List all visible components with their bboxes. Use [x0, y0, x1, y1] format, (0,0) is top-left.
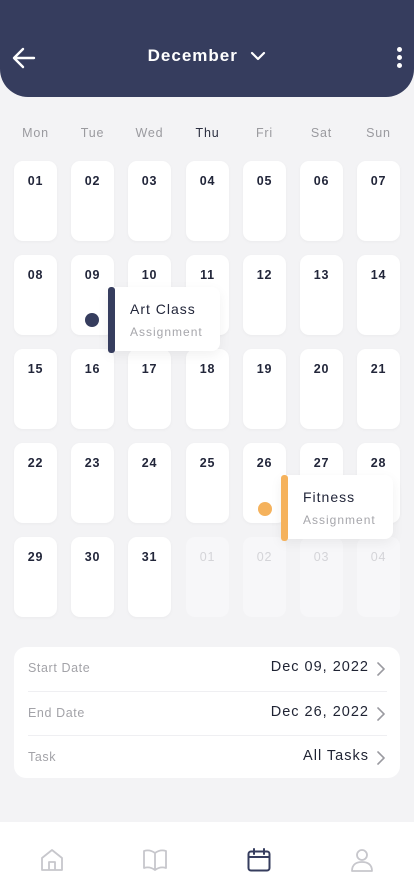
month-label: December [147, 46, 238, 65]
weekday-label: Thu [195, 126, 220, 140]
day-cell[interactable]: 31 [128, 537, 171, 617]
chevron-down-icon [251, 51, 266, 61]
weekday-label: Tue [80, 126, 105, 140]
day-cell[interactable]: 05 [243, 161, 286, 241]
weekday-label: Wed [135, 126, 164, 140]
day-cell[interactable]: 18 [186, 349, 229, 429]
event-subtitle: Assignment [130, 325, 203, 339]
chevron-right-icon [377, 751, 385, 765]
weekday-label: Sat [310, 126, 333, 140]
bottom-tab-bar [0, 822, 414, 896]
day-cell[interactable]: 13 [300, 255, 343, 335]
day-cell[interactable]: 15 [14, 349, 57, 429]
start-date-row[interactable]: Start Date Dec 09, 2022 [28, 647, 387, 691]
start-date-label: Start Date [28, 661, 91, 675]
weekday-label: Sun [366, 126, 391, 140]
day-cell[interactable]: 07 [357, 161, 400, 241]
day-cell[interactable]: 24 [128, 443, 171, 523]
weekday-label: Mon [22, 126, 49, 140]
chevron-right-icon [377, 707, 385, 721]
event-dot [258, 502, 272, 516]
day-cell[interactable]: 22 [14, 443, 57, 523]
day-cell[interactable]: 23 [71, 443, 114, 523]
day-cell[interactable]: 01 [14, 161, 57, 241]
task-value: All Tasks [303, 748, 369, 764]
day-cell[interactable]: 19 [243, 349, 286, 429]
month-selector[interactable]: December [0, 46, 414, 66]
day-cell[interactable]: 20 [300, 349, 343, 429]
day-cell[interactable]: 08 [14, 255, 57, 335]
app-header: December [0, 0, 414, 97]
day-cell-next-month[interactable]: 02 [243, 537, 286, 617]
event-title: Art Class [130, 301, 196, 317]
day-cell[interactable]: 06 [300, 161, 343, 241]
start-date-value: Dec 09, 2022 [270, 659, 369, 675]
day-cell[interactable]: 03 [128, 161, 171, 241]
day-cell[interactable]: 14 [357, 255, 400, 335]
event-dot [85, 313, 99, 327]
home-icon[interactable] [38, 846, 66, 874]
day-cell-next-month[interactable]: 01 [186, 537, 229, 617]
day-cell[interactable]: 02 [71, 161, 114, 241]
task-row[interactable]: Task All Tasks [28, 735, 387, 779]
event-subtitle: Assignment [303, 513, 376, 527]
day-cell[interactable]: 04 [186, 161, 229, 241]
end-date-label: End Date [28, 706, 85, 720]
event-title: Fitness [303, 489, 356, 505]
weekday-label: Fri [256, 126, 273, 140]
day-cell[interactable]: 17 [128, 349, 171, 429]
schedule-details-card: Start Date Dec 09, 2022 End Date Dec 26,… [14, 647, 400, 778]
book-icon[interactable] [141, 846, 169, 874]
day-cell[interactable]: 25 [186, 443, 229, 523]
end-date-row[interactable]: End Date Dec 26, 2022 [28, 691, 387, 735]
task-label: Task [28, 750, 57, 764]
day-cell[interactable]: 12 [243, 255, 286, 335]
user-icon[interactable] [348, 846, 376, 874]
day-cell[interactable]: 16 [71, 349, 114, 429]
event-color-bar [281, 475, 288, 541]
event-color-bar [108, 287, 115, 353]
day-cell-next-month[interactable]: 04 [357, 537, 400, 617]
day-cell[interactable]: 29 [14, 537, 57, 617]
event-card-fitness[interactable]: Fitness Assignment [281, 475, 393, 541]
calendar-icon[interactable] [245, 846, 273, 874]
weekday-header: Mon Tue Wed Thu Fri Sat Sun [7, 126, 407, 142]
more-vertical-icon[interactable] [390, 46, 408, 70]
event-card-art-class[interactable]: Art Class Assignment [108, 287, 220, 353]
day-cell[interactable]: 30 [71, 537, 114, 617]
day-cell-next-month[interactable]: 03 [300, 537, 343, 617]
end-date-value: Dec 26, 2022 [270, 704, 369, 720]
day-cell[interactable]: 21 [357, 349, 400, 429]
chevron-right-icon [377, 662, 385, 676]
